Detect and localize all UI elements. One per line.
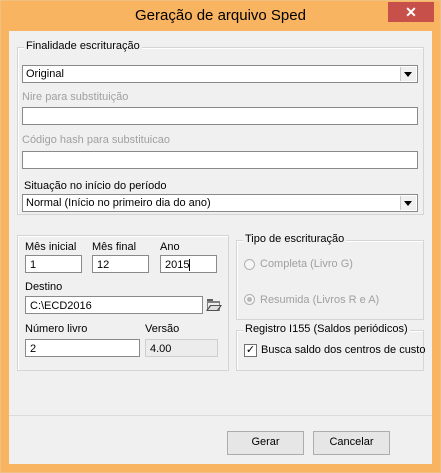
- resumida-radio-label[interactable]: Resumida (Livros R e A): [260, 294, 379, 306]
- busca-saldo-label[interactable]: Busca saldo dos centros de custo: [261, 344, 425, 356]
- folder-open-icon[interactable]: [204, 296, 224, 314]
- destino-label: Destino: [25, 281, 63, 293]
- mes-inicial-label: Mês inicial: [25, 241, 77, 253]
- hash-label: Código hash para substituicao: [22, 134, 170, 146]
- gerar-button[interactable]: Gerar: [227, 431, 304, 455]
- ano-label: Ano: [160, 241, 180, 253]
- dialog-body: Finalidade escrituração Original Nire pa…: [9, 31, 432, 464]
- chevron-down-icon[interactable]: [400, 196, 416, 210]
- nire-field[interactable]: [22, 107, 418, 125]
- dialog-window: Geração de arquivo Sped ✕ Finalidade esc…: [0, 0, 441, 473]
- versao-field: 4.00: [145, 339, 218, 357]
- text-cursor: [189, 259, 191, 272]
- nire-label: Nire para substituição: [22, 91, 129, 103]
- numero-livro-field[interactable]: 2: [25, 339, 140, 357]
- mes-final-field[interactable]: 12: [92, 255, 149, 273]
- situacao-selected-value: Normal (Início no primeiro dia do ano): [26, 197, 211, 209]
- footer-separator: [9, 415, 432, 416]
- ano-value: 2015: [165, 259, 190, 271]
- hash-field[interactable]: [22, 151, 418, 169]
- finalidade-legend: Finalidade escrituração: [24, 40, 142, 52]
- busca-saldo-checkbox[interactable]: ✓: [244, 344, 257, 357]
- chevron-down-icon[interactable]: [400, 67, 416, 81]
- cancelar-button[interactable]: Cancelar: [313, 431, 390, 455]
- mes-inicial-field[interactable]: 1: [25, 255, 82, 273]
- close-button[interactable]: ✕: [388, 2, 434, 22]
- finalidade-select[interactable]: Original: [22, 65, 418, 83]
- versao-label: Versão: [145, 323, 180, 335]
- finalidade-selected-value: Original: [26, 68, 64, 80]
- completa-radio[interactable]: [244, 259, 255, 270]
- close-icon: ✕: [405, 4, 417, 20]
- title-bar: Geração de arquivo Sped ✕: [1, 1, 440, 31]
- completa-radio-label[interactable]: Completa (Livro G): [260, 258, 353, 270]
- situacao-label: Situação no início do período: [24, 180, 167, 192]
- registro-group: Registro I155 (Saldos periódicos) ✓ Busc…: [236, 323, 425, 371]
- tipo-legend: Tipo de escrituração: [243, 233, 347, 245]
- window-title: Geração de arquivo Sped: [135, 7, 306, 24]
- numero-livro-label: Número livro: [25, 323, 88, 335]
- tipo-group: Tipo de escrituração Completa (Livro G) …: [236, 233, 424, 320]
- registro-legend: Registro I155 (Saldos periódicos): [243, 323, 410, 335]
- destino-field[interactable]: C:\ECD2016: [25, 296, 203, 314]
- periodo-group: Mês inicial 1 Mês final 12 Ano 2015 Dest…: [17, 235, 229, 371]
- mes-final-label: Mês final: [92, 241, 137, 253]
- ano-field[interactable]: 2015: [160, 255, 217, 273]
- finalidade-group: Finalidade escrituração Original Nire pa…: [17, 40, 424, 215]
- resumida-radio[interactable]: [244, 294, 255, 305]
- situacao-select[interactable]: Normal (Início no primeiro dia do ano): [22, 194, 418, 212]
